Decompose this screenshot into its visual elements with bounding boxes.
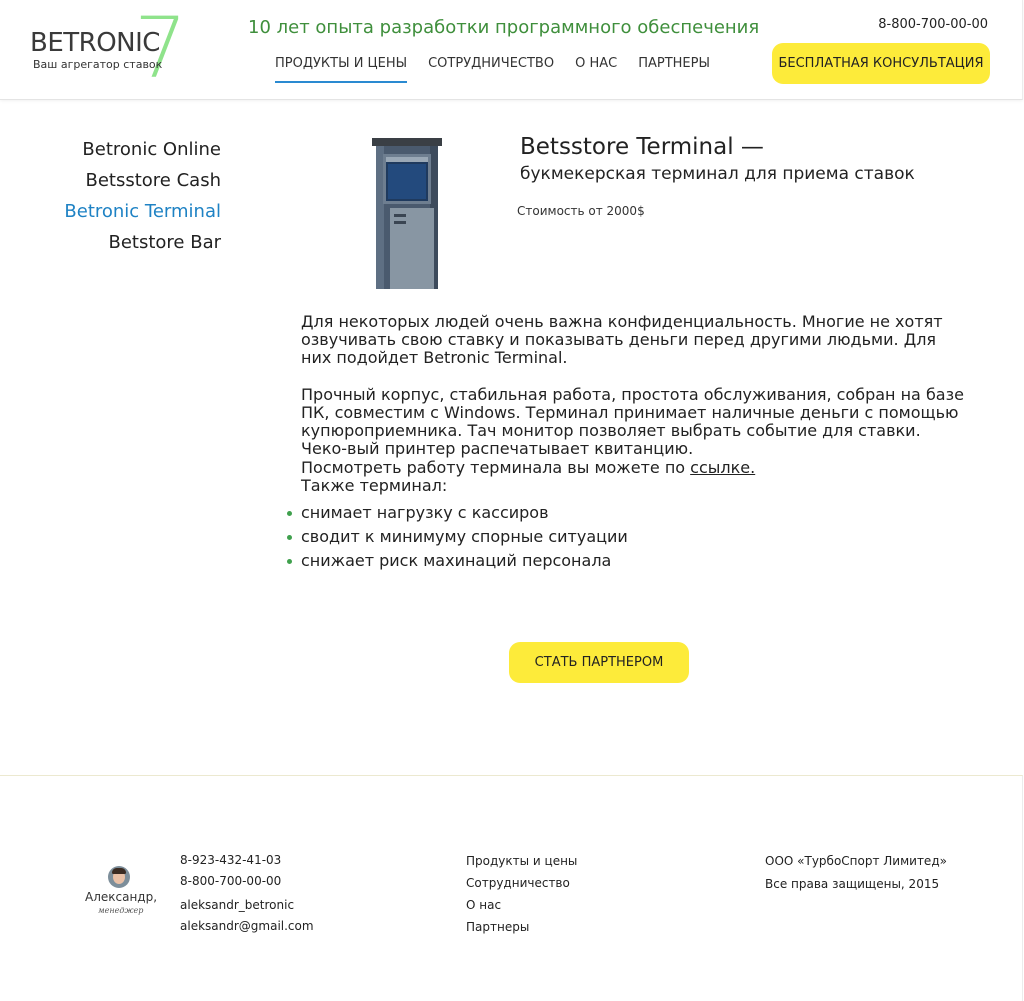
terminal-video-link[interactable]: ссылке. (690, 458, 755, 477)
feature-text: снижает риск махинаций персонала (301, 551, 612, 570)
footer-nav: Продукты и цены Сотрудничество О нас Пар… (466, 854, 577, 942)
link-prefix: Посмотреть работу терминала вы можете по (301, 458, 691, 477)
contact-phone[interactable]: 8-800-700-00-00 (180, 874, 314, 898)
copyright: Все права защищены, 2015 (765, 877, 940, 891)
logo[interactable]: 7 BETRONIC Ваш агрегатор ставок (30, 6, 187, 90)
description-paragraph: Прочный корпус, стабильная работа, прост… (301, 385, 964, 458)
logo-wordmark: BETRONIC (30, 28, 160, 58)
nav-products[interactable]: ПРОДУКТЫ И ЦЕНЫ (275, 56, 408, 83)
contact-email[interactable]: aleksandr@gmail.com (180, 919, 314, 940)
footer-nav-cooperation[interactable]: Сотрудничество (466, 876, 577, 898)
terminal-image (372, 138, 442, 289)
feature-text: сводит к минимуму спорные ситуации (301, 527, 628, 546)
bullet-dot-icon (287, 559, 292, 564)
sidebar-item-betsstore-cash[interactable]: Betsstore Cash (30, 165, 222, 196)
footer-legal: ООО «ТурбоСпорт Лимитед» Все права защищ… (765, 854, 947, 900)
list-item: снижает риск махинаций персонала (287, 549, 969, 573)
footer-nav-about[interactable]: О нас (466, 898, 577, 920)
product-description: Для некоторых людей очень важна конфиден… (287, 312, 969, 573)
logo-slogan: Ваш агрегатор ставок (33, 58, 163, 71)
bullet-dot-icon (287, 535, 292, 540)
manager-name: Александр, (85, 890, 158, 904)
company-name: ООО «ТурбоСпорт Лимитед» (765, 854, 947, 868)
product-subtitle: букмекерская терминал для приема ставок (520, 164, 915, 184)
site-header: 7 BETRONIC Ваш агрегатор ставок 10 лет о… (0, 0, 1023, 100)
sidebar-item-betronic-online[interactable]: Betronic Online (30, 134, 221, 165)
contact-skype[interactable]: aleksandr_betronic (180, 898, 314, 919)
manager-role: менеджер (98, 906, 144, 915)
product-price: Стоимость от 2000$ (517, 204, 645, 218)
contact-phone[interactable]: 8-923-432-41-03 (180, 853, 314, 874)
list-item: снимает нагрузку с кассиров (287, 501, 969, 525)
sidebar-item-betronic-terminal[interactable]: Betronic Terminal (30, 196, 221, 227)
list-item: сводит к минимуму спорные ситуации (287, 525, 969, 549)
product-sidebar: Betronic Online Betsstore Cash Betronic … (30, 134, 221, 258)
footer-nav-partners[interactable]: Партнеры (466, 920, 577, 942)
video-link-line: Посмотреть работу терминала вы можете по… (301, 459, 969, 477)
product-title: Betsstore Terminal — (520, 134, 764, 160)
features-list: снимает нагрузку с кассиров сводит к мин… (287, 501, 969, 573)
nav-about[interactable]: О НАС (575, 56, 617, 83)
become-partner-button[interactable]: СТАТЬ ПАРТНЕРОМ (509, 642, 689, 683)
description-paragraph: Для некоторых людей очень важна конфиден… (301, 312, 943, 367)
header-tagline: 10 лет опыта разработки программного обе… (248, 17, 760, 38)
features-title: Также терминал: (301, 476, 448, 495)
avatar (108, 866, 130, 888)
footer-nav-products[interactable]: Продукты и цены (466, 854, 577, 876)
sidebar-item-betstore-bar[interactable]: Betstore Bar (30, 227, 221, 258)
header-phone[interactable]: 8-800-700-00-00 (878, 17, 988, 32)
main-nav: ПРОДУКТЫ И ЦЕНЫ СОТРУДНИЧЕСТВО О НАС ПАР… (275, 56, 731, 83)
footer-contacts: 8-923-432-41-03 8-800-700-00-00 aleksand… (180, 853, 314, 940)
avatar-hair (112, 868, 126, 874)
nav-partners[interactable]: ПАРТНЕРЫ (638, 56, 710, 83)
free-consultation-button[interactable]: БЕСПЛАТНАЯ КОНСУЛЬТАЦИЯ (772, 43, 990, 84)
feature-text: снимает нагрузку с кассиров (301, 503, 549, 522)
bullet-dot-icon (287, 511, 292, 516)
nav-cooperation[interactable]: СОТРУДНИЧЕСТВО (428, 56, 554, 83)
